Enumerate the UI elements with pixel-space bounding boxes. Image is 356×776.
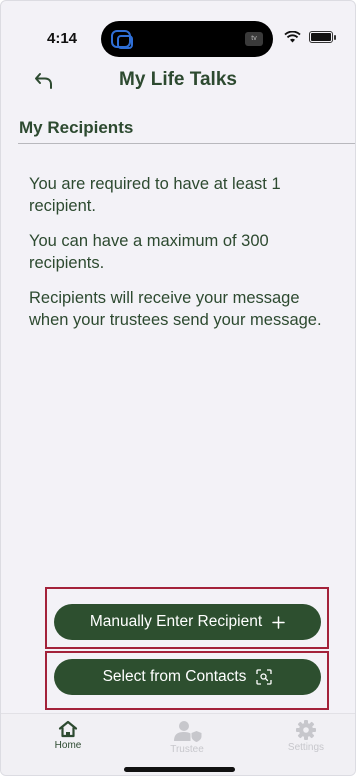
contact-scan-icon bbox=[256, 669, 273, 685]
phone-screen: 4:14 tv My Life Talks My Recipients You … bbox=[0, 0, 356, 776]
tab-settings[interactable]: Settings bbox=[271, 720, 341, 753]
screen-share-icon bbox=[111, 30, 133, 49]
info-maximum: You can have a maximum of 300 recipients… bbox=[29, 232, 269, 272]
section-title: My Recipients bbox=[19, 118, 134, 137]
info-delivery: Recipients will receive your message whe… bbox=[29, 289, 322, 329]
tab-home-label: Home bbox=[54, 740, 82, 751]
gear-icon bbox=[296, 720, 316, 740]
tab-trustee[interactable]: Trustee bbox=[152, 720, 222, 755]
info-required: You are required to have at least 1 reci… bbox=[29, 175, 281, 215]
tab-home[interactable]: Home bbox=[33, 720, 103, 751]
info-text: You are required to have at least 1 reci… bbox=[29, 173, 339, 344]
tv-badge: tv bbox=[245, 32, 263, 46]
contacts-button-label: Select from Contacts bbox=[102, 668, 247, 685]
status-icons bbox=[284, 31, 336, 43]
manually-enter-recipient-button[interactable]: Manually Enter Recipient bbox=[54, 604, 321, 640]
plus-icon bbox=[272, 615, 285, 629]
wifi-icon bbox=[284, 31, 301, 43]
status-bar: 4:14 tv bbox=[1, 1, 355, 63]
home-indicator[interactable] bbox=[124, 767, 235, 772]
status-time: 4:14 bbox=[47, 30, 78, 47]
section-divider bbox=[18, 143, 355, 144]
page-title: My Life Talks bbox=[119, 69, 237, 90]
trustee-icon bbox=[174, 721, 202, 742]
select-from-contacts-button[interactable]: Select from Contacts bbox=[54, 659, 321, 695]
dynamic-island: tv bbox=[101, 21, 273, 57]
battery-icon bbox=[309, 31, 336, 43]
manual-button-label: Manually Enter Recipient bbox=[89, 613, 263, 630]
tab-trustee-label: Trustee bbox=[170, 744, 204, 755]
home-icon bbox=[58, 720, 78, 738]
tab-settings-label: Settings bbox=[287, 742, 325, 753]
